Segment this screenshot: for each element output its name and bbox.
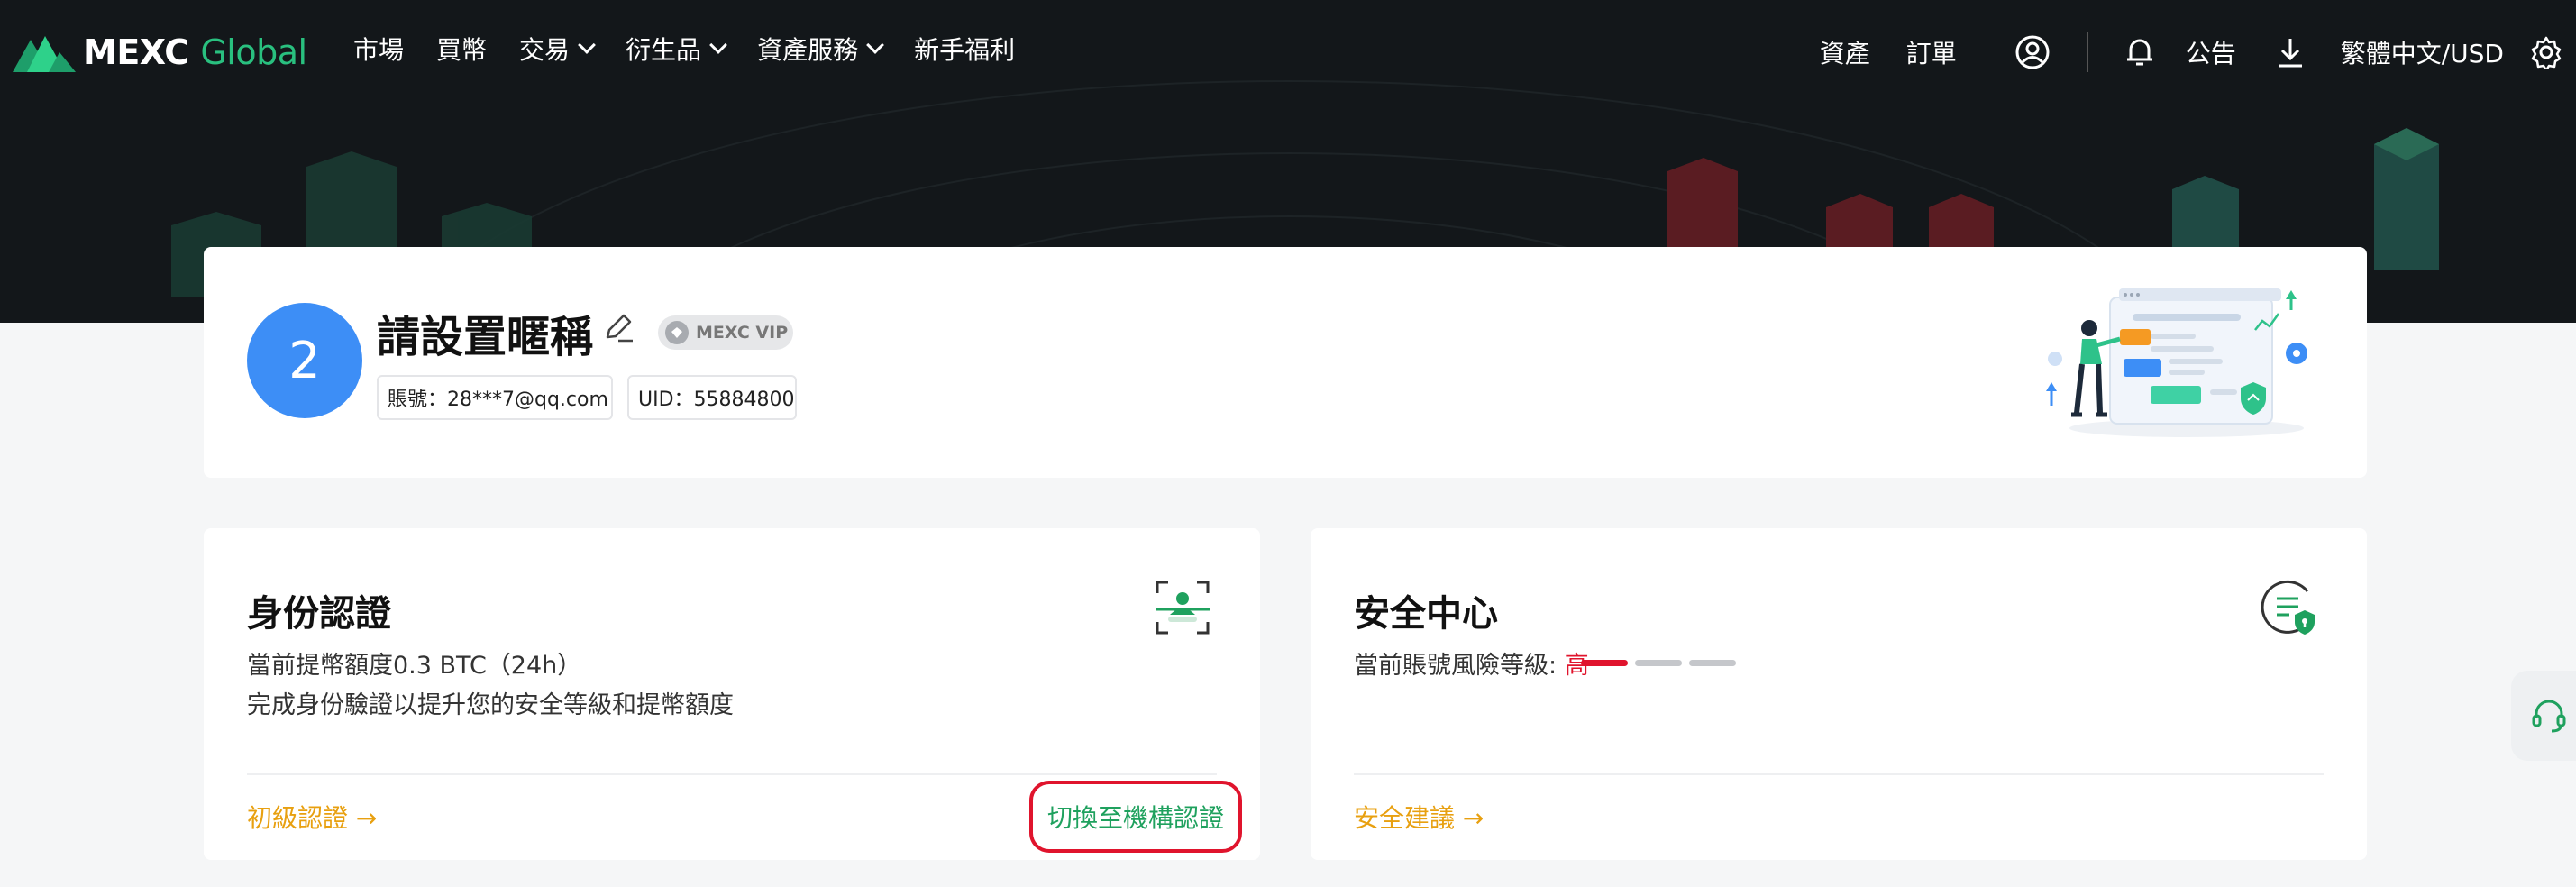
security-shield-icon: [2261, 580, 2315, 635]
risk-bar-active: [1581, 660, 1628, 666]
customer-service-button[interactable]: [2511, 671, 2576, 761]
face-scan-icon: [1156, 581, 1210, 635]
avatar[interactable]: 2: [247, 303, 362, 418]
nav-label: 買幣: [436, 35, 488, 65]
nav-asset-services[interactable]: 資產服務: [757, 31, 884, 67]
mexc-logo-icon: [13, 36, 76, 72]
nav-assets[interactable]: 資產: [1820, 34, 1870, 70]
headset-icon: [2532, 700, 2566, 733]
nickname-label: 請設置暱稱: [377, 312, 594, 362]
user-account-button[interactable]: [2014, 34, 2051, 70]
nav-announcements[interactable]: 公告: [2186, 34, 2236, 70]
user-circle-icon: [2015, 35, 2050, 69]
vip-badge-label: MEXC VIP: [696, 323, 789, 343]
nav-orders[interactable]: 訂單: [1906, 34, 1957, 70]
nav-label: 交易: [519, 35, 571, 65]
edit-pencil-icon[interactable]: [600, 310, 636, 346]
risk-bar: [1635, 660, 1682, 666]
nav-label: 新手福利: [914, 35, 1016, 65]
risk-bar: [1689, 660, 1736, 666]
withdrawal-limit-text: 當前提幣額度0.3 BTC（24h）: [247, 652, 582, 680]
identity-description: 完成身份驗證以提升您的安全等級和提幣額度: [247, 691, 734, 719]
vip-diamond-icon: [665, 321, 689, 344]
identity-title: 身份認證: [247, 593, 391, 635]
download-button[interactable]: [2276, 36, 2305, 69]
notifications-button[interactable]: [2124, 36, 2155, 69]
secondary-nav: 資產 訂單 公告 繁體中文/USD: [1820, 27, 2563, 78]
chevron-down-icon: [578, 36, 596, 54]
primary-verification-link[interactable]: 初級認證 →: [247, 799, 377, 835]
bell-icon: [2126, 39, 2152, 66]
settings-button[interactable]: [2529, 35, 2563, 69]
nav-trade[interactable]: 交易: [519, 31, 596, 67]
nav-label: 資產: [1819, 39, 1870, 69]
risk-level-label: 當前賬號風險等級:: [1354, 652, 1557, 680]
primary-nav: 市場 買幣 交易 衍生品 資產服務 新手福利: [353, 31, 1015, 67]
security-center-card: 安全中心 當前賬號風險等級: 高 安全建議 →: [1311, 528, 2367, 860]
top-navigation: MEXC Global 市場 買幣 交易 衍生品 資產服務 新手福利 資產 訂單: [0, 0, 2576, 105]
nav-separator: [2086, 32, 2088, 72]
nav-label: 公告: [2185, 39, 2236, 69]
chevron-down-icon: [709, 36, 727, 54]
brand-name: MEXC Global: [83, 32, 307, 72]
nav-label: 繁體中文/USD: [2340, 39, 2504, 69]
security-advice-link[interactable]: 安全建議 →: [1354, 799, 1484, 835]
risk-level-indicator: [1581, 660, 1736, 666]
gear-icon: [2531, 36, 2562, 69]
nav-label: 衍生品: [626, 35, 702, 65]
nav-label: 資產服務: [757, 35, 859, 65]
vip-badge[interactable]: MEXC VIP: [658, 315, 793, 350]
account-tag: 賬號：28***7@qq.com: [377, 375, 613, 420]
card-divider: [1354, 773, 2324, 775]
security-title: 安全中心: [1354, 593, 1498, 635]
language-currency-selector[interactable]: 繁體中文/USD: [2341, 34, 2504, 70]
profile-illustration: [2046, 288, 2307, 437]
download-icon: [2278, 39, 2302, 68]
nav-label: 市場: [353, 35, 405, 65]
chevron-down-icon: [866, 36, 884, 54]
card-divider: [247, 773, 1217, 775]
switch-to-institutional-button[interactable]: 切換至機構認證: [1029, 781, 1242, 853]
brand-logo[interactable]: MEXC Global: [13, 27, 307, 78]
nav-derivatives[interactable]: 衍生品: [626, 31, 727, 67]
nav-buy-crypto[interactable]: 買幣: [436, 31, 487, 67]
risk-level-row: 當前賬號風險等級: 高: [1354, 645, 1589, 681]
nav-label: 訂單: [1905, 39, 1957, 69]
identity-verification-card: 身份認證 當前提幣額度0.3 BTC（24h） 完成身份驗證以提升您的安全等級和…: [204, 528, 1260, 860]
nav-newbie-benefits[interactable]: 新手福利: [914, 31, 1015, 67]
nav-market[interactable]: 市場: [353, 31, 404, 67]
profile-card: 2 請設置暱稱 MEXC VIP 賬號：28***7@qq.com UID：55…: [204, 247, 2367, 478]
uid-tag[interactable]: UID：55884800: [627, 375, 797, 420]
